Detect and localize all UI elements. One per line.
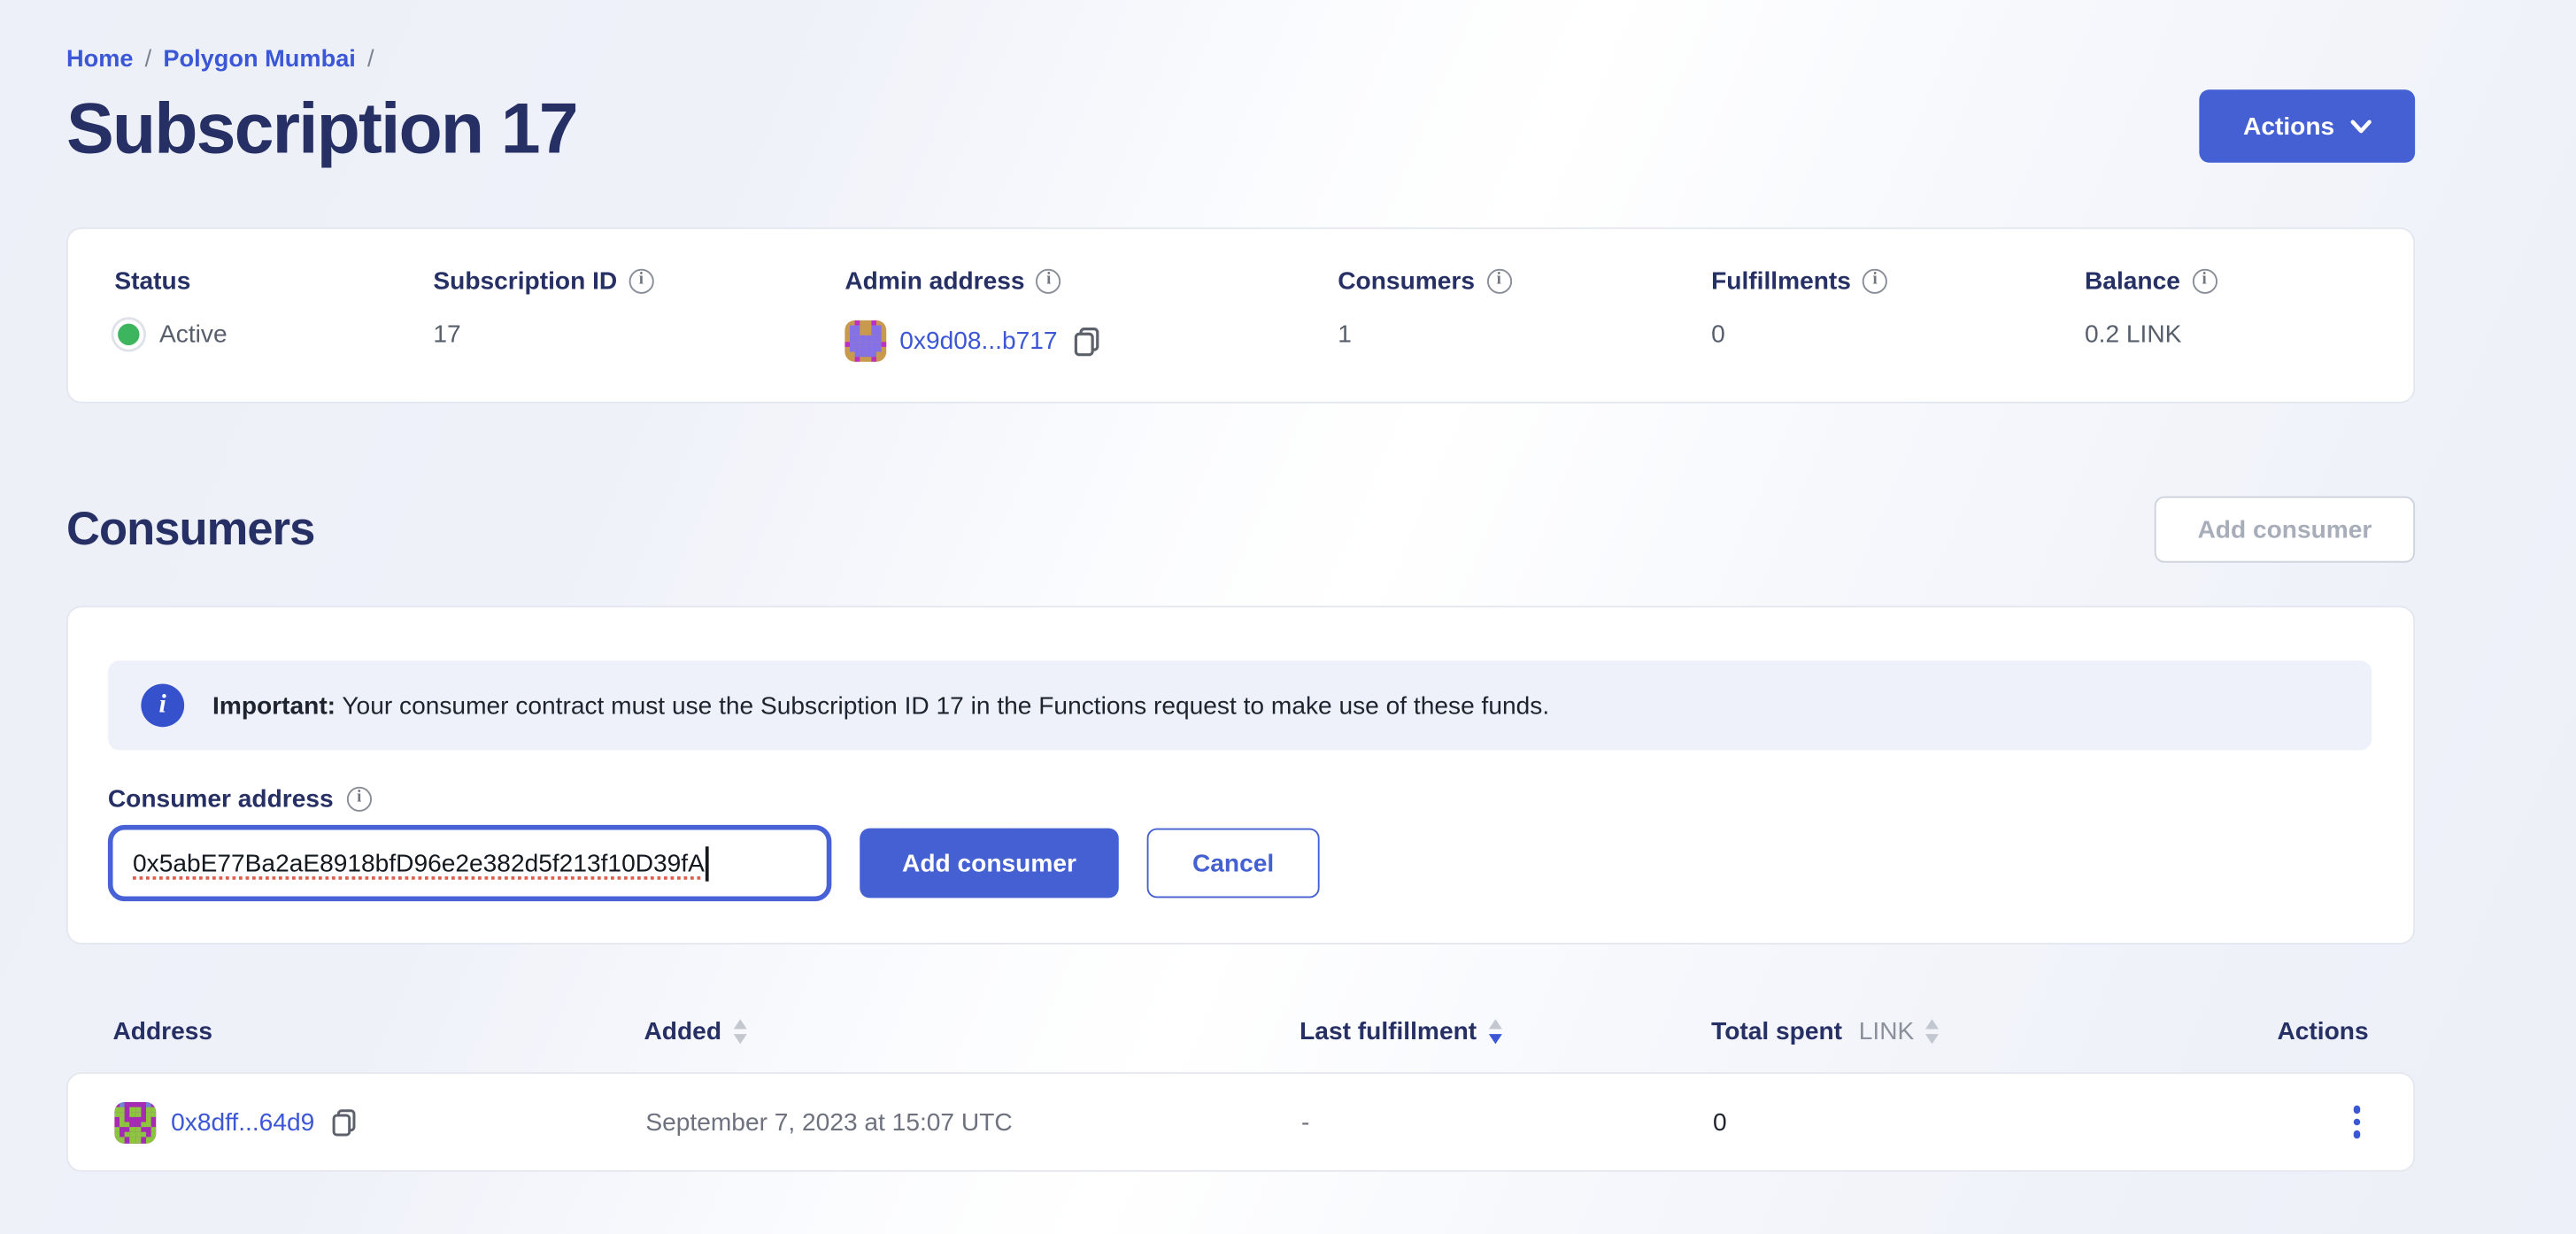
info-icon[interactable]: i [629,269,653,294]
cancel-button[interactable]: Cancel [1147,829,1320,899]
add-consumer-form: 0x5abE77Ba2aE8918bfD96e2e382d5f213f10D39… [108,825,2372,901]
add-consumer-button-disabled[interactable]: Add consumer [2155,497,2415,563]
consumers-table: 0x8dff...64d9 September 7, 2023 at 15:07… [66,1072,2415,1172]
admin-address-avatar [845,320,886,362]
breadcrumb-separator: / [367,47,374,73]
total-spent-cell: 0 [1713,1108,2145,1137]
consumer-address-avatar [114,1101,156,1143]
column-header-total-spent[interactable]: Total spent LINK [1711,1017,2143,1045]
summary-field-consumers: Consumers i 1 [1338,267,1711,402]
sort-arrows-icon[interactable] [1488,1020,1501,1044]
consumers-count-value: 1 [1338,320,1352,349]
copy-icon[interactable] [333,1108,358,1137]
field-label: Balance [2085,267,2180,296]
chevron-down-icon [2349,119,2371,134]
copy-icon[interactable] [1074,326,1100,356]
text-caret [706,845,709,880]
balance-value: 0.2 LINK [2085,320,2181,349]
info-icon[interactable]: i [2192,269,2217,294]
app-background: Home / Polygon Mumbai / Subscription 17 … [0,0,2576,1234]
total-spent-unit-label: LINK [1859,1017,1915,1045]
important-info-banner: i Important: Your consumer contract must… [108,660,2372,750]
consumer-address-input-value: 0x5abE77Ba2aE8918bfD96e2e382d5f213f10D39… [133,849,705,877]
field-label: Status [114,267,190,296]
column-header-actions: Actions [2277,1017,2368,1045]
info-icon[interactable]: i [347,787,372,812]
field-label: Subscription ID [433,267,617,296]
column-header-added[interactable]: Added [644,1017,1300,1045]
sort-arrows-icon[interactable] [1925,1020,1939,1044]
field-label: Fulfillments [1711,267,1851,296]
actions-dropdown-button[interactable]: Actions [2199,89,2415,163]
last-fulfillment-cell: - [1301,1108,1713,1137]
info-icon[interactable]: i [1037,269,1061,294]
field-label: Admin address [845,267,1024,296]
banner-body: Your consumer contract must use the Subs… [335,691,1549,720]
add-consumer-card: i Important: Your consumer contract must… [66,605,2415,945]
status-value: Active [159,320,228,349]
info-filled-icon: i [141,684,184,728]
consumer-address-label: Consumer address i [108,785,2372,814]
added-date-cell: September 7, 2023 at 15:07 UTC [645,1108,1301,1137]
consumer-address-label-text: Consumer address [108,785,334,814]
summary-field-status: Status Active [114,267,433,402]
consumers-section-title: Consumers [66,503,314,556]
summary-field-subscription-id: Subscription ID i 17 [433,267,845,402]
page-title: Subscription 17 [66,89,577,171]
banner-text: Important: Your consumer contract must u… [212,691,1549,720]
summary-field-fulfillments: Fulfillments i 0 [1711,267,2085,402]
title-block: Home / Polygon Mumbai / Subscription 17 [66,47,577,172]
fulfillments-count-value: 0 [1711,320,1725,349]
admin-address-link[interactable]: 0x9d08...b717 [899,327,1057,355]
field-label: Consumers [1338,267,1475,296]
consumers-table-header: Address Added Last fulfillment Total spe… [66,1017,2415,1045]
consumer-address-link[interactable]: 0x8dff...64d9 [171,1108,314,1137]
summary-field-balance: Balance i 0.2 LINK [2085,267,2413,402]
consumer-address-input[interactable]: 0x5abE77Ba2aE8918bfD96e2e382d5f213f10D39… [108,825,832,901]
subscription-id-value: 17 [433,320,460,349]
breadcrumb: Home / Polygon Mumbai / [66,47,577,73]
column-header-last-fulfillment[interactable]: Last fulfillment [1300,1017,1711,1045]
sort-arrows-icon[interactable] [733,1020,746,1044]
summary-field-admin-address: Admin address i 0x9d08...b717 [845,267,1338,402]
column-header-address: Address [113,1017,644,1045]
banner-prefix: Important: [212,691,335,720]
add-consumer-submit-button[interactable]: Add consumer [860,829,1119,899]
status-active-dot [118,324,139,345]
actions-button-label: Actions [2243,112,2334,141]
breadcrumb-separator: / [145,47,152,73]
consumers-section-header: Consumers Add consumer [66,497,2415,563]
breadcrumb-home-link[interactable]: Home [66,47,134,73]
table-row: 0x8dff...64d9 September 7, 2023 at 15:07… [68,1074,2413,1170]
subscription-summary-card: Status Active Subscription ID i 17 Admin … [66,228,2415,404]
page-header: Home / Polygon Mumbai / Subscription 17 … [66,47,2415,172]
consumer-address-cell: 0x8dff...64d9 [114,1101,645,1143]
info-icon[interactable]: i [1486,269,1511,294]
info-icon[interactable]: i [1863,269,1887,294]
breadcrumb-network-link[interactable]: Polygon Mumbai [163,47,356,73]
kebab-menu-icon[interactable] [2346,1099,2366,1145]
subscription-page: Home / Polygon Mumbai / Subscription 17 … [0,0,2415,1172]
